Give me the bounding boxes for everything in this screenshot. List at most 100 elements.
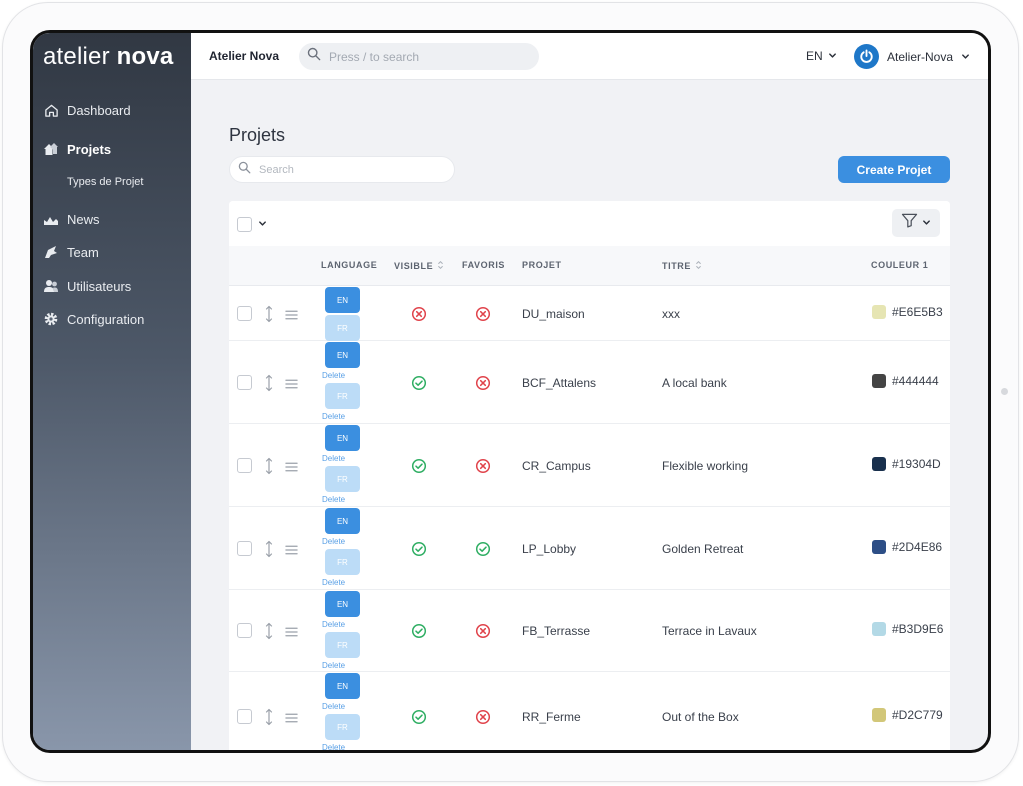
language-cell: EN Delete FR Delete (319, 424, 369, 507)
delete-en-link[interactable]: Delete (322, 537, 345, 546)
workspace-name: Atelier Nova (209, 49, 280, 63)
drag-handle-icon[interactable] (285, 625, 298, 643)
global-search-input[interactable] (329, 49, 519, 64)
language-fr-button[interactable]: FR (325, 632, 360, 658)
language-fr-button[interactable]: FR (325, 549, 360, 575)
delete-en-link[interactable]: Delete (322, 702, 345, 711)
visible-check-icon[interactable] (411, 623, 427, 639)
favoris-cross-icon[interactable] (475, 375, 491, 391)
reorder-arrows-icon[interactable] (264, 374, 274, 397)
column-titre[interactable]: TITRE (662, 260, 702, 272)
color-swatch (872, 539, 886, 554)
global-search[interactable] (299, 43, 539, 70)
app-logo[interactable]: atelier nova (43, 43, 173, 71)
language-cell: EN FR (319, 286, 369, 341)
delete-fr-link[interactable]: Delete (322, 743, 345, 750)
visible-cross-icon[interactable] (411, 306, 427, 322)
search-icon (238, 161, 251, 179)
column-visible[interactable]: VISIBLE (394, 260, 444, 272)
favoris-cross-icon[interactable] (475, 306, 491, 322)
row-checkbox[interactable] (237, 457, 252, 473)
language-en-button[interactable]: EN (325, 673, 360, 699)
visible-check-icon[interactable] (411, 709, 427, 725)
row-checkbox[interactable] (237, 374, 252, 390)
drag-handle-icon[interactable] (285, 460, 298, 478)
delete-en-link[interactable]: Delete (322, 371, 345, 380)
logo-text-light: atelier (43, 43, 110, 70)
language-fr-button[interactable]: FR (325, 383, 360, 409)
row-checkbox[interactable] (237, 623, 252, 638)
titre-cell: Golden Retreat (662, 541, 744, 556)
user-menu[interactable]: Atelier-Nova (854, 44, 970, 69)
row-checkbox[interactable] (237, 305, 252, 321)
color-swatch (872, 304, 886, 319)
drag-handle-icon[interactable] (285, 308, 298, 326)
visible-check-icon[interactable] (411, 375, 427, 391)
delete-en-link[interactable]: Delete (322, 454, 345, 463)
visible-check-icon[interactable] (411, 458, 427, 474)
favoris-cross-icon[interactable] (475, 623, 491, 639)
delete-fr-link[interactable]: Delete (322, 412, 345, 421)
column-favoris: FAVORIS (462, 260, 505, 270)
sort-icon (695, 260, 702, 272)
favoris-cross-icon[interactable] (475, 458, 491, 474)
delete-fr-link[interactable]: Delete (322, 661, 345, 670)
table-toolbar (229, 201, 950, 246)
language-en-button[interactable]: EN (325, 342, 360, 368)
projet-cell: BCF_Attalens (522, 375, 597, 390)
titre-cell: Flexible working (662, 458, 749, 473)
language-en-button[interactable]: EN (325, 591, 360, 617)
reorder-arrows-icon[interactable] (264, 540, 274, 563)
color-swatch (872, 373, 886, 388)
language-fr-button[interactable]: FR (325, 466, 360, 492)
delete-fr-link[interactable]: Delete (322, 578, 345, 587)
color-hex: #D2C779 (892, 708, 943, 722)
sidebar-item-projets[interactable]: Projets (43, 139, 111, 159)
drag-handle-icon[interactable] (285, 543, 298, 561)
drag-handle-icon[interactable] (285, 377, 298, 395)
home-icon (43, 102, 59, 118)
row-checkbox[interactable] (237, 540, 252, 556)
favoris-cross-icon[interactable] (475, 709, 491, 725)
reorder-arrows-icon[interactable] (264, 622, 274, 645)
sidebar-subitem-types-de-projet[interactable]: Types de Projet (67, 176, 143, 188)
language-value: EN (806, 49, 823, 63)
row-checkbox[interactable] (237, 709, 252, 724)
select-all-dropdown[interactable] (237, 215, 267, 233)
sidebar-item-news[interactable]: News (43, 209, 100, 229)
projects-search-input[interactable] (259, 163, 439, 176)
language-fr-button[interactable]: FR (325, 315, 360, 341)
language-en-button[interactable]: EN (325, 508, 360, 534)
column-label: PROJET (522, 260, 562, 270)
language-cell: EN Delete FR Delete (319, 590, 369, 672)
sidebar-item-utilisateurs[interactable]: Utilisateurs (43, 276, 131, 296)
sidebar-item-label: Projets (67, 141, 112, 157)
language-fr-button[interactable]: FR (325, 714, 360, 740)
language-en-button[interactable]: EN (325, 287, 360, 313)
favoris-check-icon[interactable] (475, 541, 491, 557)
sidebar-item-dashboard[interactable]: Dashboard (43, 100, 131, 120)
delete-en-link[interactable]: Delete (322, 620, 345, 629)
reorder-arrows-icon[interactable] (264, 708, 274, 731)
users-icon (43, 278, 59, 294)
projects-search[interactable] (229, 156, 455, 183)
sidebar-item-team[interactable]: Team (43, 242, 99, 262)
select-all-checkbox[interactable] (237, 216, 252, 232)
language-select[interactable]: EN (806, 49, 837, 63)
table-header: LANGUAGE VISIBLE FAVORIS PROJET TITRE CO… (229, 246, 950, 286)
visible-check-icon[interactable] (411, 541, 427, 557)
language-en-button[interactable]: EN (325, 425, 360, 451)
titre-cell: Terrace in Lavaux (662, 624, 757, 638)
create-projet-button[interactable]: Create Projet (838, 156, 950, 183)
column-label: COULEUR 1 (871, 260, 929, 270)
filter-button[interactable] (892, 209, 940, 237)
reorder-arrows-icon[interactable] (264, 457, 274, 480)
sidebar-item-configuration[interactable]: Configuration (43, 309, 144, 329)
chevron-down-icon (922, 214, 931, 232)
language-cell: EN Delete FR Delete (319, 672, 369, 750)
gear-icon (43, 311, 59, 327)
chevron-down-icon (258, 215, 267, 233)
drag-handle-icon[interactable] (285, 711, 298, 729)
reorder-arrows-icon[interactable] (264, 305, 274, 328)
delete-fr-link[interactable]: Delete (322, 495, 345, 504)
